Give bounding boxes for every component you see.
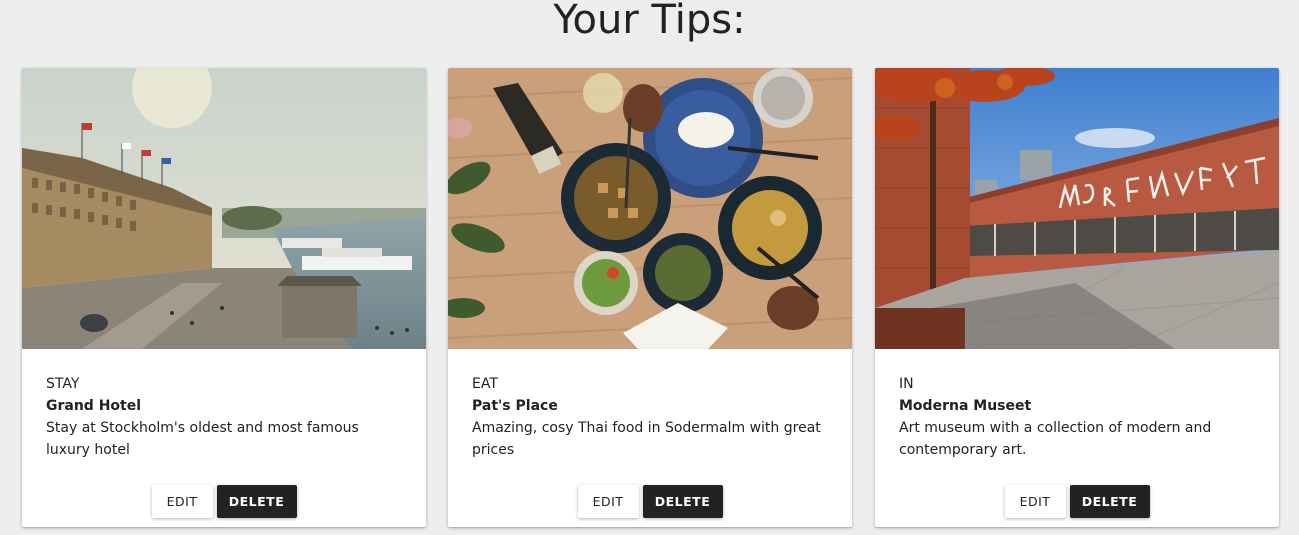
card-description: Amazing, cosy Thai food in Sodermalm wit… xyxy=(472,420,821,458)
page-title: Your Tips: xyxy=(553,0,746,43)
edit-button[interactable]: EDIT xyxy=(151,485,213,518)
card-image-moderna-museet xyxy=(875,68,1279,349)
card-actions: EDIT DELETE xyxy=(875,485,1279,518)
card-category: EAT xyxy=(472,376,498,392)
card-image-pats-place xyxy=(448,68,852,349)
card-title: Grand Hotel xyxy=(46,398,142,414)
card-description: Art museum with a collection of modern a… xyxy=(899,420,1212,458)
delete-button[interactable]: DELETE xyxy=(642,485,723,518)
card-actions: EDIT DELETE xyxy=(448,485,852,518)
edit-button[interactable]: EDIT xyxy=(1004,485,1066,518)
card-category: IN xyxy=(899,376,914,392)
card-category: STAY xyxy=(46,376,80,392)
delete-button[interactable]: DELETE xyxy=(216,485,297,518)
delete-button[interactable]: DELETE xyxy=(1069,485,1150,518)
card-body: EAT Pat's Place Amazing, cosy Thai food … xyxy=(472,373,832,461)
card-title: Moderna Museet xyxy=(899,398,1032,414)
card-title: Pat's Place xyxy=(472,398,558,414)
card-image-grand-hotel xyxy=(22,68,426,349)
card-body: STAY Grand Hotel Stay at Stockholm's old… xyxy=(46,373,406,461)
tip-card-moderna-museet: IN Moderna Museet Art museum with a coll… xyxy=(875,68,1279,527)
tip-card-pats-place: EAT Pat's Place Amazing, cosy Thai food … xyxy=(448,68,852,527)
edit-button[interactable]: EDIT xyxy=(577,485,639,518)
card-actions: EDIT DELETE xyxy=(22,485,426,518)
card-body: IN Moderna Museet Art museum with a coll… xyxy=(899,373,1259,461)
card-description: Stay at Stockholm's oldest and most famo… xyxy=(46,420,359,458)
tip-card-grand-hotel: STAY Grand Hotel Stay at Stockholm's old… xyxy=(22,68,426,527)
